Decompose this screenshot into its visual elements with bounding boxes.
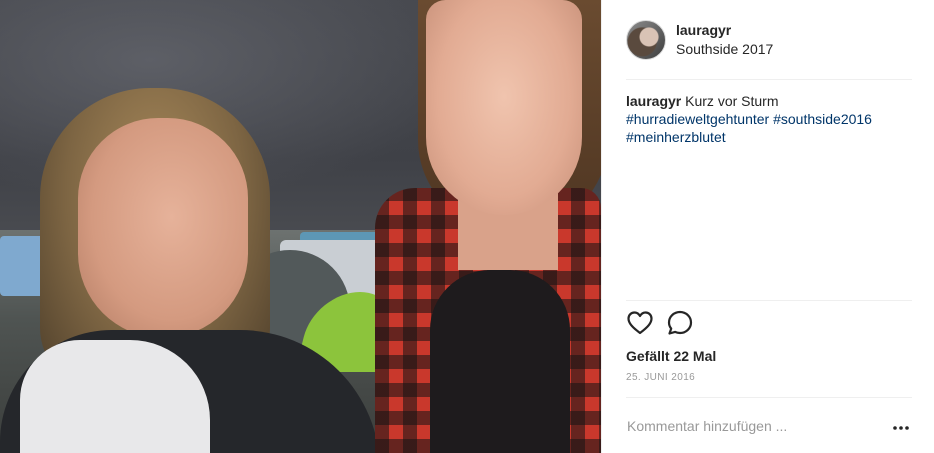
ellipsis-icon <box>893 417 909 435</box>
post-caption: lauragyr Kurz vor Sturm #hurradieweltgeh… <box>602 80 934 300</box>
post-side-panel: lauragyr Southside 2017 lauragyr Kurz vo… <box>601 0 934 453</box>
comment-button[interactable] <box>666 310 694 341</box>
photo-person-right-face <box>426 0 582 215</box>
likes-count[interactable]: Gefällt 22 Mal <box>626 347 912 365</box>
more-options-button[interactable] <box>890 415 912 437</box>
post-photo[interactable] <box>0 0 601 453</box>
comment-input[interactable] <box>626 417 866 434</box>
action-icons <box>626 310 912 341</box>
post-header: lauragyr Southside 2017 <box>626 0 912 80</box>
instagram-post: lauragyr Southside 2017 lauragyr Kurz vo… <box>0 0 934 453</box>
photo-person-left-face <box>78 118 248 338</box>
caption-username-link[interactable]: lauragyr <box>626 93 681 109</box>
comment-form <box>626 397 912 453</box>
avatar[interactable] <box>626 19 666 60</box>
speech-bubble-icon <box>667 310 693 341</box>
photo-person-right-top <box>430 270 570 453</box>
location-link[interactable]: Southside 2017 <box>676 40 773 58</box>
username-link[interactable]: lauragyr <box>676 21 773 39</box>
hashtag-link[interactable]: #meinherzblutet <box>626 129 726 145</box>
like-button[interactable] <box>626 310 654 340</box>
caption-text: Kurz vor Sturm <box>685 93 779 109</box>
post-actions: Gefällt 22 Mal 25. JUNI 2016 <box>626 300 912 385</box>
hashtag-link[interactable]: #hurradieweltgehtunter <box>626 111 769 127</box>
hashtag-link[interactable]: #southside2016 <box>773 111 872 127</box>
heart-icon <box>627 310 653 340</box>
header-text: lauragyr Southside 2017 <box>676 21 773 58</box>
post-date[interactable]: 25. JUNI 2016 <box>626 371 912 385</box>
